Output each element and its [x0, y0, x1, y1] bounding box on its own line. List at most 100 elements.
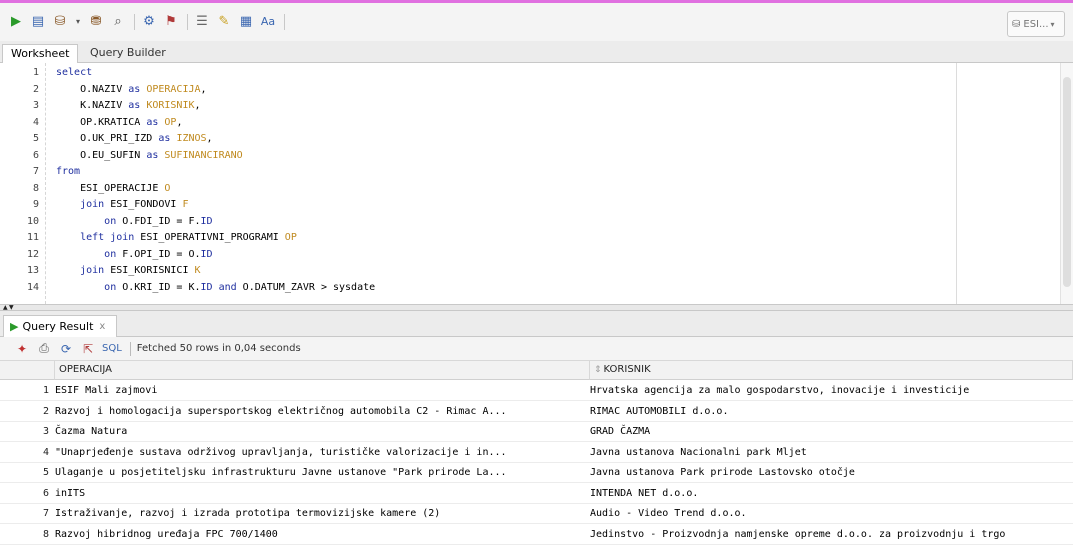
close-icon[interactable]: x — [99, 321, 105, 332]
line-number: 7 — [32, 166, 39, 177]
code-line: on F.OPI_ID = O.ID — [56, 248, 213, 262]
sql-text: , — [206, 133, 213, 144]
cell-korisnik[interactable]: Jedinstvo - Proizvodnja namjenske opreme… — [590, 525, 1073, 545]
cell-korisnik[interactable]: Javna ustanova Nacionalni park Mljet — [590, 443, 1073, 463]
code-line: K.NAZIV as KORISNIK, — [56, 99, 201, 113]
tab-worksheet[interactable]: Worksheet — [2, 44, 79, 63]
code-line: ESI_OPERACIJE O — [56, 182, 170, 196]
code-line: O.NAZIV as OPERACIJA, — [56, 83, 207, 97]
autotrace-icon[interactable]: ⌕ — [110, 14, 126, 30]
sql-keyword: as — [146, 116, 159, 128]
cell-korisnik[interactable]: Javna ustanova Park prirode Lastovsko ot… — [590, 463, 1073, 483]
sql-keyword: join — [80, 265, 105, 276]
cell-operacija[interactable]: Čazma Natura — [55, 422, 585, 442]
format-icon[interactable]: ▦ — [238, 14, 254, 30]
sql-keyword: as — [146, 149, 159, 161]
clear-icon[interactable]: ✎ — [216, 14, 232, 30]
connection-label: ESI... — [1023, 18, 1049, 30]
code-line: left join ESI_OPERATIVNI_PROGRAMI OP — [56, 231, 297, 245]
sql-text: , — [194, 100, 201, 111]
sql-text: , — [200, 83, 207, 95]
sql-text: O.NAZIV — [56, 83, 129, 95]
sql-text: O.EU_SUFIN — [56, 149, 147, 161]
row-number: 1 — [42, 385, 49, 396]
sql-text: ESI_KORISNICI — [104, 265, 195, 276]
sql-tuning-icon[interactable]: ⚑ — [163, 14, 179, 30]
cell-korisnik[interactable]: RIMAC AUTOMOBILI d.o.o. — [590, 402, 1073, 422]
row-number: 3 — [42, 426, 49, 437]
scrollbar-thumb[interactable] — [1063, 77, 1071, 287]
connection-selector[interactable]: ⛁ ESI... ▾ — [1007, 11, 1065, 37]
cell-korisnik[interactable]: GRAD ČAZMA — [590, 422, 1073, 442]
run-icon: ▶ — [10, 320, 19, 333]
dropdown-arrow-icon[interactable]: ▾ — [74, 14, 82, 30]
sql-alias: O — [164, 182, 171, 194]
result-toolbar: ✦ ⎙ ⟳ ⇱ SQL Fetched 50 rows in 0,04 seco… — [0, 337, 1073, 361]
table-row[interactable]: 1 ESIF Mali zajmovi Hrvatska agencija za m… — [0, 381, 1073, 401]
row-number: 8 — [42, 528, 49, 540]
table-row[interactable]: 3 Čazma Natura GRAD ČAZMA — [0, 422, 1073, 442]
code-line: join ESI_FONDOVI F — [56, 198, 188, 212]
run-script-icon[interactable]: ▤ — [30, 14, 46, 30]
cell-operacija[interactable]: Ulaganje u posjetiteljsku infrastrukturu… — [55, 463, 585, 483]
sql-button[interactable]: SQL — [102, 343, 122, 354]
database-icon: ⛁ — [1012, 18, 1021, 30]
sql-keyword: on — [104, 281, 117, 293]
cell-korisnik[interactable]: Audio - Video Trend d.o.o. — [590, 504, 1073, 524]
export-icon[interactable]: ⇱ — [80, 341, 96, 357]
sql-editor[interactable]: 1 2 3 4 5 6 7 8 9 10 11 12 13 14 select O.NAZIV as OP… — [0, 63, 1073, 304]
code-line: join ESI_KORISNICI K — [56, 264, 200, 278]
commit-icon[interactable]: ⛁ — [52, 14, 68, 30]
row-number: 7 — [42, 508, 49, 519]
table-row[interactable]: 4 "Unaprjeđenje sustava održivog upravlja… — [0, 443, 1073, 463]
sql-keyword: ID — [200, 248, 213, 260]
run-statement-icon[interactable]: ▶ — [8, 14, 24, 30]
table-row[interactable]: 8 Razvoj hibridnog uređaja FPC 700/1400 Je… — [0, 525, 1073, 545]
cell-operacija[interactable]: Istraživanje, razvoj i izrada prototipa … — [55, 504, 585, 524]
sql-text: , — [176, 116, 183, 128]
cell-operacija[interactable]: Razvoj hibridnog uređaja FPC 700/1400 — [55, 525, 585, 545]
sql-alias: IZNOS — [176, 133, 207, 144]
table-row[interactable]: 2 Razvoj i homologacija supersportskog el… — [0, 402, 1073, 422]
toolbar-separator — [134, 14, 135, 30]
pin-icon[interactable]: ✦ — [14, 341, 30, 357]
column-header-operacija[interactable]: OPERACIJA — [55, 361, 590, 380]
result-grid[interactable]: OPERACIJA ⇕ KORISNIK 1 ESIF Mali zajmovi Hr… — [0, 361, 1073, 551]
find-replace-icon[interactable]: Aa — [260, 14, 276, 30]
cell-operacija[interactable]: inITS — [55, 484, 585, 504]
tab-query-builder[interactable]: Query Builder — [82, 44, 174, 63]
line-number: 9 — [32, 199, 39, 210]
code-line: on O.KRI_ID = K.ID and O.DATUM_ZAVR > sy… — [56, 281, 375, 295]
sql-history-icon[interactable]: ☰ — [194, 14, 210, 30]
code-line: from — [56, 165, 80, 179]
tab-query-result[interactable]: ▶ Query Result x — [3, 315, 117, 337]
fetch-status: Fetched 50 rows in 0,04 seconds — [136, 343, 301, 354]
table-row[interactable]: 5 Ulaganje u posjetiteljsku infrastruktur… — [0, 463, 1073, 483]
cell-operacija[interactable]: "Unaprjeđenje sustava održivog upravljan… — [55, 443, 585, 463]
cell-operacija[interactable]: Razvoj i homologacija supersportskog ele… — [55, 402, 585, 422]
table-row[interactable]: 6 inITS INTENDA NET d.o.o. — [0, 484, 1073, 504]
column-header-korisnik[interactable]: ⇕ KORISNIK — [590, 361, 1073, 380]
sql-text: O.FDI_ID = F. — [116, 215, 201, 227]
line-number: 10 — [26, 215, 39, 227]
sql-text: F.OPI_ID = O. — [116, 248, 201, 260]
sql-text: OP.KRATICA — [56, 116, 147, 128]
row-number: 5 — [42, 467, 49, 478]
table-row[interactable]: 7 Istraživanje, razvoj i izrada prototipa… — [0, 504, 1073, 524]
sql-alias: SUFINANCIRANO — [164, 149, 243, 161]
rollback-icon[interactable]: ⛃ — [88, 14, 104, 30]
cell-operacija[interactable]: ESIF Mali zajmovi — [55, 381, 585, 401]
explain-plan-icon[interactable]: ⚙ — [141, 14, 157, 30]
refresh-icon[interactable]: ⟳ — [58, 341, 74, 357]
line-number: 3 — [32, 100, 39, 111]
line-number: 5 — [32, 133, 39, 144]
sql-keyword: select — [56, 67, 93, 78]
cell-korisnik[interactable]: INTENDA NET d.o.o. — [590, 484, 1073, 504]
editor-scrollbar[interactable] — [1060, 63, 1073, 304]
cell-korisnik[interactable]: Hrvatska agencija za malo gospodarstvo, … — [590, 381, 1073, 401]
sql-alias: KORISNIK — [146, 100, 195, 111]
pane-splitter[interactable]: ▲ ▼ — [0, 304, 1073, 311]
print-icon[interactable]: ⎙ — [36, 341, 52, 357]
